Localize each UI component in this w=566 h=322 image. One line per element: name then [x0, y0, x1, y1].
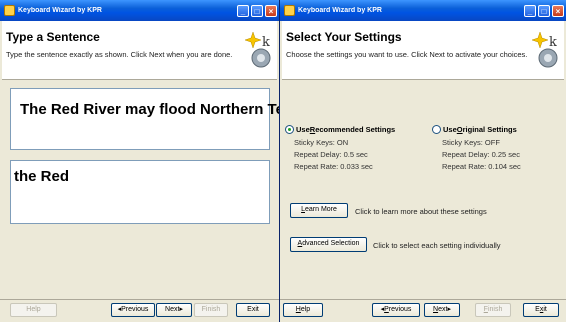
- page-title: Type a Sentence: [6, 30, 100, 44]
- page-subtitle: Type the sentence exactly as shown. Clic…: [6, 50, 233, 59]
- recommended-repeat-delay: Repeat Delay: 0.5 sec: [294, 150, 368, 159]
- typed-text: the Red: [14, 168, 70, 185]
- sentence-input[interactable]: the Red: [10, 160, 270, 224]
- original-repeat-rate: Repeat Rate: 0.104 sec: [442, 162, 521, 171]
- finish-label: inish: [487, 306, 503, 313]
- exit-label-end: it: [543, 306, 547, 313]
- left-wizard-window: Keyboard Wizard by KPR _ □ × Type a Sent…: [0, 0, 279, 322]
- learn-more-button[interactable]: Learn More: [290, 203, 348, 218]
- recommended-sticky-keys: Sticky Keys: ON: [294, 138, 349, 147]
- app-icon: [4, 5, 15, 16]
- svg-text:k: k: [262, 35, 270, 50]
- finish-button[interactable]: Finish: [194, 303, 228, 317]
- previous-button[interactable]: ◂Previous: [372, 303, 420, 317]
- help-button[interactable]: Help: [10, 303, 57, 317]
- close-icon[interactable]: ×: [265, 4, 277, 17]
- wizard-header: Select Your Settings Choose the settings…: [282, 21, 564, 80]
- target-sentence: The Red River may flood Northern Texas!: [20, 101, 279, 118]
- advanced-selection-description: Click to select each setting individuall…: [373, 241, 501, 250]
- finish-label: Finish: [201, 306, 221, 313]
- right-wizard-window: Keyboard Wizard by KPR _ □ × Select Your…: [280, 0, 566, 322]
- app-icon: [284, 5, 295, 16]
- next-button[interactable]: Next▸: [424, 303, 460, 317]
- previous-button[interactable]: ◂Previous: [111, 303, 155, 317]
- maximize-icon[interactable]: □: [251, 4, 263, 17]
- help-label: elp: [300, 306, 311, 313]
- window-title: Keyboard Wizard by KPR: [298, 7, 382, 14]
- exit-label: Exit: [247, 306, 259, 313]
- recommended-settings-radio[interactable]: Use Recommended Settings: [285, 125, 395, 134]
- window-title: Keyboard Wizard by KPR: [18, 7, 102, 14]
- radio-label: riginal Settings: [462, 125, 517, 134]
- minimize-icon[interactable]: _: [237, 4, 249, 17]
- exit-button[interactable]: Exit: [236, 303, 270, 317]
- triangle-right-icon: ▸: [447, 306, 451, 313]
- recommended-repeat-rate: Repeat Rate: 0.033 sec: [294, 162, 373, 171]
- wizard-header: Type a Sentence Type the sentence exactl…: [2, 21, 277, 80]
- radio-prefix: Use: [443, 125, 457, 134]
- learn-more-description: Click to learn more about these settings: [355, 207, 487, 216]
- advanced-selection-button[interactable]: Advanced Selection: [290, 237, 367, 252]
- advanced-selection-label: dvanced Selection: [302, 240, 360, 247]
- title-bar[interactable]: Keyboard Wizard by KPR _ □ ×: [0, 0, 279, 21]
- maximize-icon[interactable]: □: [538, 4, 550, 17]
- radio-unselected-icon: [432, 125, 441, 134]
- footer-divider: [0, 299, 279, 300]
- finish-button[interactable]: Finish: [475, 303, 511, 317]
- radio-label: ecommended Settings: [315, 125, 396, 134]
- original-sticky-keys: Sticky Keys: OFF: [442, 138, 500, 147]
- footer-divider: [280, 299, 566, 300]
- original-repeat-delay: Repeat Delay: 0.25 sec: [442, 150, 520, 159]
- wizard-icon: k: [531, 31, 558, 68]
- next-label: Next: [165, 306, 180, 313]
- svg-text:k: k: [549, 35, 557, 50]
- help-button[interactable]: Help: [283, 303, 323, 317]
- original-settings-radio[interactable]: Use Original Settings: [432, 125, 517, 134]
- radio-prefix: Use: [296, 125, 310, 134]
- previous-label: revious: [388, 306, 412, 313]
- previous-label: Previous: [121, 306, 149, 313]
- exit-button[interactable]: Exit: [523, 303, 559, 317]
- title-bar[interactable]: Keyboard Wizard by KPR _ □ ×: [280, 0, 566, 21]
- target-sentence-box: The Red River may flood Northern Texas!: [10, 88, 279, 150]
- next-button[interactable]: Next▸: [156, 303, 192, 317]
- page-subtitle: Choose the settings you want to use. Cli…: [286, 50, 528, 59]
- help-label: Help: [26, 306, 41, 313]
- page-title: Select Your Settings: [286, 30, 402, 44]
- wizard-icon: k: [244, 31, 271, 68]
- close-icon[interactable]: ×: [552, 4, 564, 17]
- learn-more-label: earn More: [305, 206, 337, 213]
- minimize-icon[interactable]: _: [524, 4, 536, 17]
- triangle-right-icon: ▸: [179, 306, 183, 313]
- radio-selected-icon: [285, 125, 294, 134]
